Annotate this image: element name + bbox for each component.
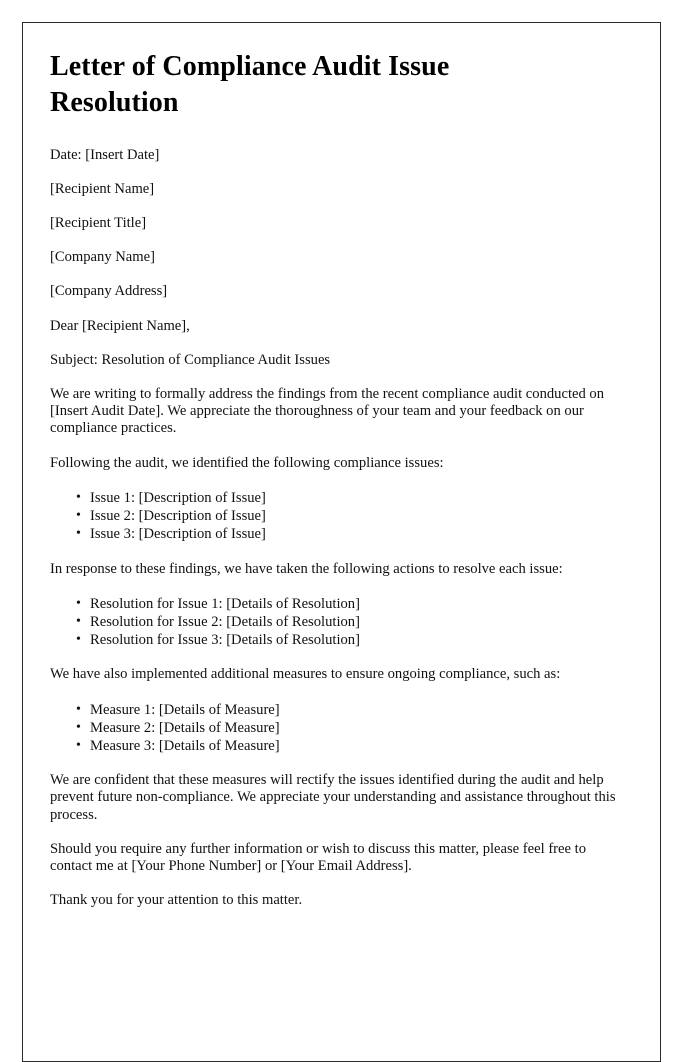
resolutions-list: Resolution for Issue 1: [Details of Reso… bbox=[50, 595, 632, 650]
resolutions-lead-paragraph: In response to these findings, we have t… bbox=[50, 560, 563, 577]
recipient-name-line: [Recipient Name] bbox=[50, 180, 155, 197]
list-item: Resolution for Issue 1: [Details of Reso… bbox=[50, 595, 632, 613]
list-item: Issue 2: [Description of Issue] bbox=[50, 507, 632, 525]
issues-list: Issue 1: [Description of Issue] Issue 2:… bbox=[50, 489, 632, 544]
list-item: Measure 1: [Details of Measure] bbox=[50, 701, 632, 719]
company-address-line: [Company Address] bbox=[50, 283, 168, 300]
measures-list: Measure 1: [Details of Measure] Measure … bbox=[50, 701, 632, 756]
recipient-title-line: [Recipient Title] bbox=[50, 215, 147, 232]
list-item: Issue 1: [Description of Issue] bbox=[50, 489, 632, 507]
thanks-paragraph: Thank you for your attention to this mat… bbox=[50, 892, 303, 909]
subject-line: Subject: Resolution of Compliance Audit … bbox=[50, 351, 331, 368]
list-item: Resolution for Issue 2: [Details of Reso… bbox=[50, 613, 632, 631]
intro-paragraph: We are writing to formally address the f… bbox=[50, 386, 605, 437]
list-item: Resolution for Issue 3: [Details of Reso… bbox=[50, 631, 632, 649]
list-item: Measure 3: [Details of Measure] bbox=[50, 737, 632, 755]
confidence-paragraph: We are confident that these measures wil… bbox=[50, 772, 616, 823]
page-title: Letter of Compliance Audit Issue Resolut… bbox=[50, 51, 450, 118]
document-body: Letter of Compliance Audit Issue Resolut… bbox=[23, 23, 660, 909]
date-line: Date: [Insert Date] bbox=[50, 146, 160, 163]
list-item: Measure 2: [Details of Measure] bbox=[50, 719, 632, 737]
contact-paragraph: Should you require any further informati… bbox=[50, 840, 586, 874]
company-name-line: [Company Name] bbox=[50, 249, 155, 266]
salutation-line: Dear [Recipient Name], bbox=[50, 317, 190, 334]
list-item: Issue 3: [Description of Issue] bbox=[50, 525, 632, 543]
issues-lead-paragraph: Following the audit, we identified the f… bbox=[50, 454, 444, 471]
document-page: Letter of Compliance Audit Issue Resolut… bbox=[22, 22, 661, 1062]
measures-lead-paragraph: We have also implemented additional meas… bbox=[50, 666, 561, 683]
